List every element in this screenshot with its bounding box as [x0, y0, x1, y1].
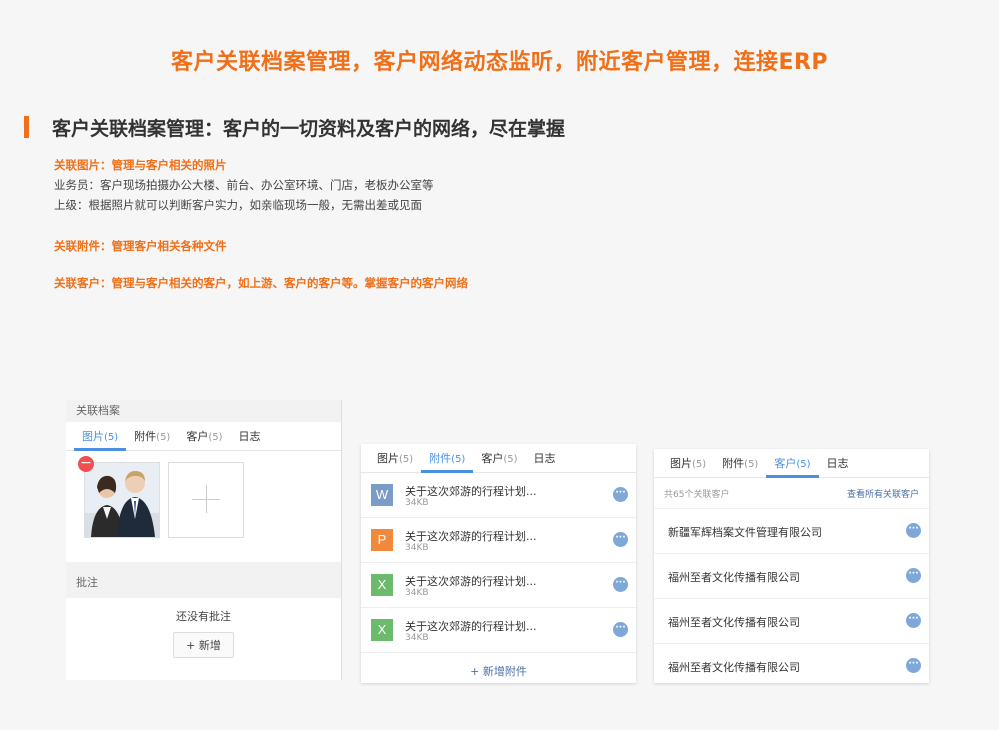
powerpoint-file-icon: P: [371, 529, 393, 551]
word-file-icon: W: [371, 484, 393, 506]
related-customers-panel: 图片(5) 附件(5) 客户(5) 日志 共65个关联客户 查看所有关联客户 新…: [654, 449, 929, 683]
file-size: 34KB: [405, 633, 429, 643]
tab-log[interactable]: 日志: [231, 428, 269, 450]
tab-photos[interactable]: 图片(5): [369, 450, 421, 472]
notes-area: 还没有批注 + 新增: [66, 598, 341, 680]
tab-log[interactable]: 日志: [526, 450, 564, 472]
excel-file-icon: X: [371, 574, 393, 596]
photos-area: 图片(5) 附件(5) 客户(5) 日志 −: [66, 422, 341, 562]
file-row[interactable]: W 关于这次郊游的行程计划... 34KB ···: [361, 473, 636, 518]
file-size: 34KB: [405, 588, 429, 598]
file-name: 关于这次郊游的行程计划...: [405, 530, 537, 543]
customer-row[interactable]: 福州至者文化传播有限公司 ···: [654, 554, 929, 599]
photos-heading: 关联图片：管理与客户相关的照片: [54, 158, 227, 172]
photos-line-1: 业务员：客户现场拍摄办公大楼、前台、办公室环境、门店，老板办公室等: [54, 178, 434, 192]
tab-attachments[interactable]: 附件(5): [126, 428, 178, 450]
ellipsis-icon[interactable]: ···: [613, 487, 628, 502]
minus-icon[interactable]: −: [78, 456, 94, 472]
ellipsis-icon[interactable]: ···: [613, 622, 628, 637]
section-title: 客户关联档案管理：客户的一切资料及客户的网络，尽在掌握: [52, 118, 566, 140]
tab-photos[interactable]: 图片(5): [74, 428, 127, 451]
customer-name: 福州至者文化传播有限公司: [668, 571, 800, 584]
tab-photos[interactable]: 图片(5): [662, 455, 714, 477]
attachments-heading: 关联附件：管理客户相关各种文件: [54, 239, 227, 253]
add-photo-button[interactable]: [168, 462, 244, 538]
file-name: 关于这次郊游的行程计划...: [405, 620, 537, 633]
tab-customers[interactable]: 客户(5): [178, 428, 230, 450]
add-attachment-button[interactable]: + 新增附件: [361, 653, 636, 679]
file-row[interactable]: X 关于这次郊游的行程计划... 34KB ···: [361, 563, 636, 608]
excel-file-icon: X: [371, 619, 393, 641]
empty-notes-text: 还没有批注: [176, 610, 231, 623]
customer-name: 福州至者文化传播有限公司: [668, 616, 800, 629]
tab-bar: 图片(5) 附件(5) 客户(5) 日志: [654, 449, 929, 478]
tab-attachments[interactable]: 附件(5): [714, 455, 766, 477]
customer-total: 共65个关联客户: [664, 490, 730, 500]
customer-name: 新疆军辉档案文件管理有限公司: [668, 526, 822, 539]
ellipsis-icon[interactable]: ···: [613, 532, 628, 547]
photos-line-2: 上级：根据照片就可以判断客户实力，如亲临现场一般，无需出差或见面: [54, 198, 422, 212]
main-title: 客户关联档案管理，客户网络动态监听，附近客户管理，连接ERP: [170, 50, 829, 75]
tab-customers[interactable]: 客户(5): [766, 455, 819, 478]
notes-title: 批注: [66, 568, 341, 598]
file-size: 34KB: [405, 498, 429, 508]
panel-title: 关联档案: [66, 400, 341, 422]
customer-photo[interactable]: [84, 462, 160, 538]
add-note-button[interactable]: + 新增: [173, 632, 234, 658]
tab-bar: 图片(5) 附件(5) 客户(5) 日志: [361, 444, 636, 473]
tab-bar: 图片(5) 附件(5) 客户(5) 日志: [66, 422, 341, 451]
ellipsis-icon[interactable]: ···: [906, 658, 921, 673]
file-name: 关于这次郊游的行程计划...: [405, 485, 537, 498]
file-row[interactable]: P 关于这次郊游的行程计划... 34KB ···: [361, 518, 636, 563]
tab-attachments[interactable]: 附件(5): [421, 450, 474, 473]
ellipsis-icon[interactable]: ···: [613, 577, 628, 592]
customer-name: 福州至者文化传播有限公司: [668, 661, 800, 674]
file-row[interactable]: X 关于这次郊游的行程计划... 34KB ···: [361, 608, 636, 653]
customer-row[interactable]: 福州至者文化传播有限公司 ···: [654, 644, 929, 688]
related-archive-panel: 关联档案 图片(5) 附件(5) 客户(5) 日志 − 批注 还没有批注 + 新…: [66, 400, 342, 680]
tab-customers[interactable]: 客户(5): [473, 450, 525, 472]
attachments-panel: 图片(5) 附件(5) 客户(5) 日志 W 关于这次郊游的行程计划... 34…: [361, 444, 636, 683]
tab-log[interactable]: 日志: [819, 455, 857, 477]
ellipsis-icon[interactable]: ···: [906, 613, 921, 628]
customer-row[interactable]: 福州至者文化传播有限公司 ···: [654, 599, 929, 644]
file-name: 关于这次郊游的行程计划...: [405, 575, 537, 588]
file-size: 34KB: [405, 543, 429, 553]
ellipsis-icon[interactable]: ···: [906, 523, 921, 538]
customers-subheader: 共65个关联客户 查看所有关联客户: [654, 478, 929, 509]
ellipsis-icon[interactable]: ···: [906, 568, 921, 583]
section-accent-bar: [24, 116, 29, 138]
customer-row[interactable]: 新疆军辉档案文件管理有限公司 ···: [654, 509, 929, 554]
view-all-customers-link[interactable]: 查看所有关联客户: [847, 487, 919, 500]
customers-heading: 关联客户：管理与客户相关的客户，如上游、客户的客户等。掌握客户的客户网络: [54, 276, 468, 290]
